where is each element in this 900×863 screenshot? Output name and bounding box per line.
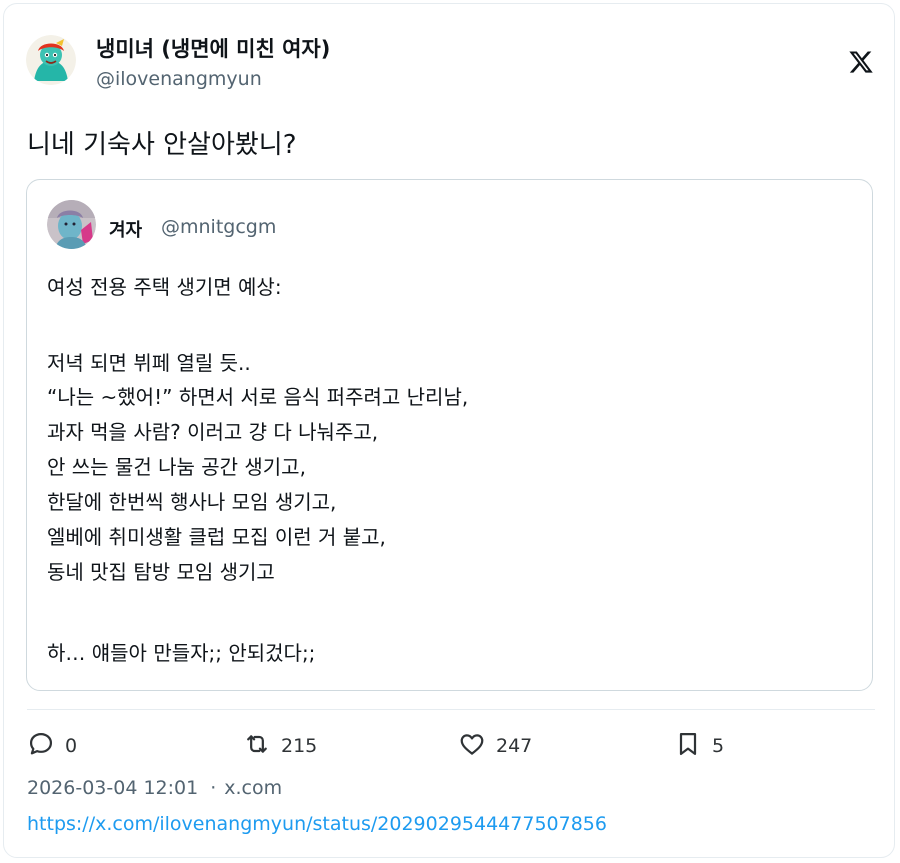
quoted-text-line: 한달에 한번씩 행사나 모임 생기고, [47,490,337,514]
quoted-author-avatar[interactable] [47,200,96,249]
quoted-text-line: 동네 맛집 탐방 모임 생기고 [47,560,275,584]
source-label: x.com [224,777,283,799]
repost-button[interactable]: 215 [243,730,317,762]
divider [27,709,875,710]
bookmark-count: 5 [712,735,725,757]
reply-count: 0 [65,735,78,757]
timestamp[interactable]: 2026-03-04 12:01 [27,777,198,799]
author-avatar[interactable] [26,35,76,85]
reply-icon [27,730,55,762]
meta-separator: · [210,777,217,799]
bookmark-icon [674,730,702,762]
like-button[interactable]: 247 [458,730,532,762]
tweet-text: 니네 기숙사 안살아봤니? [27,130,297,160]
author-handle[interactable]: @ilovenangmyun [96,68,262,90]
quoted-text-line: “나는 ~했어!” 하면서 서로 음식 퍼주려고 난리남, [47,385,469,409]
heart-icon [458,730,486,762]
quoted-text-line: 저녁 되면 뷔페 열릴 듯.. [47,351,251,375]
quoted-text-line: 과자 먹을 사람? 이러고 걍 다 나눠주고, [47,420,379,444]
tweet-meta: 2026-03-04 12:01 · x.com [27,777,282,799]
reply-button[interactable]: 0 [27,730,77,762]
quoted-text-line: 여성 전용 주택 생기면 예상: [47,275,282,299]
quoted-author-display-name: 겨자 [109,220,143,241]
bookmark-button[interactable]: 5 [674,730,724,762]
like-count: 247 [496,735,533,757]
quoted-author-handle: @mnitgcgm [161,216,277,238]
quoted-text-line: 엘베에 취미생활 클럽 모집 이런 거 붙고, [47,525,386,549]
quoted-text-line: 하… 얘들아 만들자;; 안되겄다;; [47,641,316,665]
repost-icon [243,730,271,762]
repost-count: 215 [281,735,318,757]
quoted-tweet[interactable]: 겨자 @mnitgcgm 여성 전용 주택 생기면 예상: 저녁 되면 뷔페 열… [26,179,873,691]
x-logo-icon[interactable] [848,49,874,75]
tweet-url-link[interactable]: https://x.com/ilovenangmyun/status/20290… [27,813,607,835]
quoted-text-line: 안 쓰는 물건 나눔 공간 생기고, [47,455,306,479]
author-display-name[interactable]: 냉미녀 (냉면에 미친 여자) [96,33,330,63]
